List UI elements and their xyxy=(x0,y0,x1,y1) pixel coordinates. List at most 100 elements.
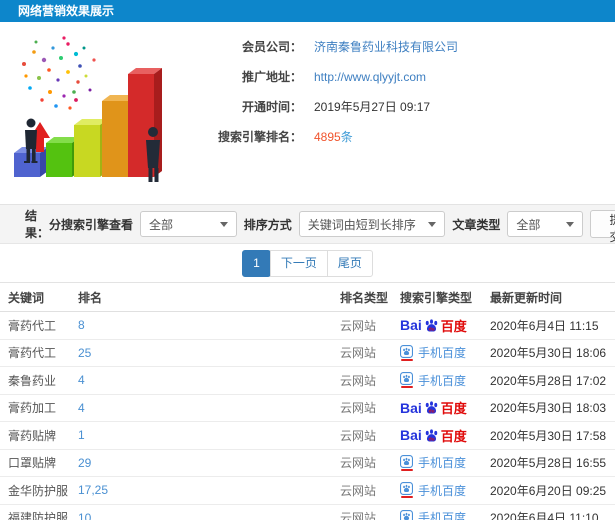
rank-unit: 条 xyxy=(340,130,353,144)
keyword-cell: 膏药加工 xyxy=(8,401,57,416)
sort-select[interactable]: 关键词由短到长排序 xyxy=(298,211,446,237)
engine-filter-label: 分搜索引擎查看 xyxy=(49,217,134,232)
bar-chart-illustration xyxy=(6,30,184,186)
filter-controls: 分搜索引擎查看 全部 排序方式 关键词由短到长排序 文章类型 全部 提交 xyxy=(49,210,615,244)
update-time-cell: 2020年5月28日 16:55 xyxy=(490,456,607,471)
sort-label: 排序方式 xyxy=(243,217,292,232)
red-underline xyxy=(400,468,413,471)
baidu-paw-icon: du xyxy=(425,319,438,332)
page-1-button[interactable]: 1 xyxy=(242,249,271,277)
baidu-mobile-logo: 手机百度 xyxy=(400,454,466,471)
rank-type-cell: 云网站 xyxy=(340,373,377,388)
keyword-cell: 膏药贴牌 xyxy=(8,428,57,443)
filter-bar: 结果： 分搜索引擎查看 全部 排序方式 关键词由短到长排序 文章类型 全部 提交 xyxy=(0,204,615,244)
rank-type-cell: 云网站 xyxy=(340,483,377,498)
keyword-cell: 膏药代工 xyxy=(8,318,57,333)
svg-text:du: du xyxy=(428,436,434,442)
update-time-cell: 2020年6月4日 11:10 xyxy=(490,511,599,520)
baidu-pc-logo: Bai du 百度 xyxy=(400,316,467,335)
table-row: 膏药贴牌 1 云网站 Bai du 百度 2020年5月30日 17:58 xyxy=(0,422,615,450)
engine-rank-row: 搜索引擎排名： 4895条 xyxy=(184,128,609,145)
results-label: 结果： xyxy=(25,209,50,240)
engine-type-cell: Bai du 百度 xyxy=(400,316,490,335)
open-time-value: 2019年5月27日 09:17 xyxy=(314,100,431,114)
mobile-baidu-paw-icon xyxy=(400,372,413,389)
rank-link[interactable]: 25 xyxy=(78,346,340,360)
baidu-cn-text: 百度 xyxy=(440,318,467,334)
mobile-baidu-text: 手机百度 xyxy=(418,373,467,388)
table-header: 关键词 排名 排名类型 搜索引擎类型 最新更新时间 xyxy=(0,282,615,312)
company-label: 会员公司： xyxy=(241,40,302,54)
rank-link[interactable]: 29 xyxy=(78,456,340,470)
pagination: 1 下一页 尾页 xyxy=(0,244,615,282)
header-keyword: 关键词 xyxy=(8,290,45,305)
rank-link[interactable]: 8 xyxy=(78,318,340,332)
engine-select-value: 全部 xyxy=(149,217,174,232)
header-update-time: 最新更新时间 xyxy=(490,290,563,305)
red-underline xyxy=(400,358,413,361)
mobile-baidu-text: 手机百度 xyxy=(418,511,467,520)
member-info: 会员公司： 济南秦鲁药业科技有限公司 推广地址： http://www.qlyy… xyxy=(184,30,609,186)
open-time-label: 开通时间： xyxy=(241,100,302,114)
update-time-cell: 2020年6月20日 09:25 xyxy=(490,483,607,498)
table-row: 膏药代工 25 云网站 手机百度 2020年5月30日 18:06 xyxy=(0,340,615,367)
update-time-cell: 2020年6月4日 11:15 xyxy=(490,318,599,333)
table-body: 膏药代工 8 云网站 Bai du 百度 2020年6月4日 11:15 膏药代… xyxy=(0,312,615,520)
keyword-cell: 秦鲁药业 xyxy=(8,373,57,388)
sort-select-value: 关键词由短到长排序 xyxy=(307,217,416,232)
svg-text:du: du xyxy=(428,409,434,415)
baidu-cn-text: 百度 xyxy=(440,428,467,444)
baidu-pc-logo: Bai du 百度 xyxy=(400,398,467,417)
svg-text:du: du xyxy=(428,326,434,332)
baidu-pc-logo: Bai du 百度 xyxy=(400,426,467,445)
engine-select[interactable]: 全部 xyxy=(140,211,237,237)
engine-rank-label: 搜索引擎排名： xyxy=(217,130,302,144)
chevron-down-icon xyxy=(428,221,437,227)
mobile-baidu-text: 手机百度 xyxy=(418,346,467,361)
baidu-paw-icon: du xyxy=(425,429,438,442)
engine-type-cell: 手机百度 xyxy=(400,482,490,499)
rank-type-cell: 云网站 xyxy=(340,456,377,471)
red-underline xyxy=(400,496,413,499)
growth-chart-image xyxy=(14,36,162,183)
table-row: 秦鲁药业 4 云网站 手机百度 2020年5月28日 17:02 xyxy=(0,367,615,395)
rank-type-cell: 云网站 xyxy=(340,318,377,333)
engine-type-cell: Bai du 百度 xyxy=(400,426,490,445)
engine-type-cell: 手机百度 xyxy=(400,454,490,471)
last-page-button[interactable]: 尾页 xyxy=(326,249,373,277)
engine-rank-value: 4895条 xyxy=(314,128,353,145)
engine-type-cell: Bai du 百度 xyxy=(400,398,490,417)
company-link[interactable]: 济南秦鲁药业科技有限公司 xyxy=(314,38,458,55)
baidu-bai-text: Bai xyxy=(400,427,422,444)
keyword-cell: 口罩贴牌 xyxy=(8,456,57,471)
confetti-dots xyxy=(22,36,96,110)
rank-type-cell: 云网站 xyxy=(340,401,377,416)
mobile-baidu-paw-icon xyxy=(400,344,413,361)
rank-link[interactable]: 17,25 xyxy=(78,483,340,497)
table-row: 福建防护服 10 云网站 手机百度 2020年6月4日 11:10 xyxy=(0,505,615,520)
mobile-baidu-paw-icon xyxy=(400,509,413,520)
table-row: 膏药加工 4 云网站 Bai du 百度 2020年5月30日 18:03 xyxy=(0,395,615,422)
rank-link[interactable]: 10 xyxy=(78,511,340,520)
update-time-cell: 2020年5月30日 17:58 xyxy=(490,428,607,443)
mobile-baidu-text: 手机百度 xyxy=(418,483,467,498)
rank-link[interactable]: 4 xyxy=(78,401,340,415)
baidu-mobile-logo: 手机百度 xyxy=(400,482,466,499)
keyword-cell: 膏药代工 xyxy=(8,346,57,361)
promotion-url-link[interactable]: http://www.qlyyjt.com xyxy=(314,70,426,84)
engine-type-cell: 手机百度 xyxy=(400,509,490,520)
next-page-button[interactable]: 下一页 xyxy=(269,249,328,277)
submit-button[interactable]: 提交 xyxy=(590,210,615,244)
rank-link[interactable]: 4 xyxy=(78,373,340,387)
chevron-down-icon xyxy=(566,221,574,227)
baidu-mobile-logo: 手机百度 xyxy=(400,509,466,520)
update-time-cell: 2020年5月28日 17:02 xyxy=(490,373,607,388)
baidu-bai-text: Bai xyxy=(400,399,422,416)
keyword-cell: 金华防护服 xyxy=(8,483,69,498)
results-table: 关键词 排名 排名类型 搜索引擎类型 最新更新时间 膏药代工 8 云网站 Bai… xyxy=(0,282,615,520)
rank-link[interactable]: 1 xyxy=(78,428,340,442)
mobile-baidu-paw-icon xyxy=(400,454,413,471)
engine-type-cell: 手机百度 xyxy=(400,372,490,389)
rank-count: 4895 xyxy=(314,130,341,144)
article-type-select[interactable]: 全部 xyxy=(507,211,583,237)
